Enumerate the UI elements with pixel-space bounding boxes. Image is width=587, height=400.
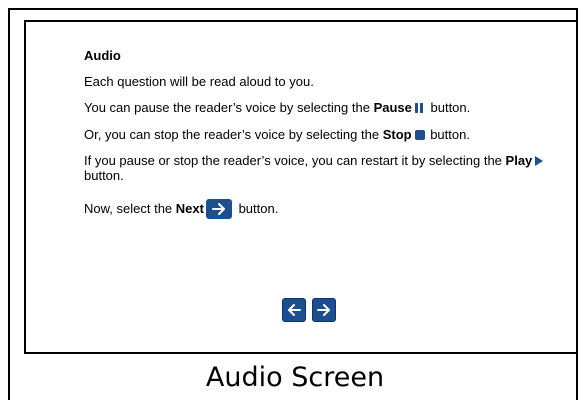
instruction-stop-post: button.: [426, 127, 470, 142]
instruction-pause: You can pause the reader’s voice by sele…: [84, 100, 554, 116]
instruction-play-post: button.: [84, 168, 124, 183]
instruction-next: Now, select the Next button.: [84, 199, 554, 219]
next-button[interactable]: [312, 298, 336, 322]
figure-caption: Audio Screen: [205, 362, 385, 393]
instruction-stop: Or, you can stop the reader’s voice by s…: [84, 127, 554, 142]
inline-next-arrow-icon: [205, 199, 232, 219]
arrow-left-icon: [288, 304, 301, 316]
play-icon: [535, 156, 544, 166]
instruction-next-pre: Now, select the: [84, 201, 176, 216]
stop-icon: [414, 130, 425, 140]
instruction-play: If you pause or stop the reader’s voice,…: [84, 153, 554, 183]
instructions-content: Audio Each question will be read aloud t…: [84, 48, 554, 230]
instruction-next-post: button.: [234, 201, 279, 216]
arrow-right-icon: [317, 304, 330, 316]
instruction-play-pre: If you pause or stop the reader’s voice,…: [84, 153, 506, 168]
stop-label: Stop: [382, 127, 412, 142]
instruction-pause-pre: You can pause the reader’s voice by sele…: [84, 100, 374, 115]
next-label: Next: [175, 201, 204, 216]
instruction-read-aloud: Each question will be read aloud to you.: [84, 74, 554, 89]
instruction-read-aloud-text: Each question will be read aloud to you.: [84, 74, 314, 89]
instruction-stop-pre: Or, you can stop the reader’s voice by s…: [84, 127, 383, 142]
figure-frame: Audio Each question will be read aloud t…: [8, 8, 578, 400]
back-button[interactable]: [282, 298, 306, 322]
audio-screen-panel: Audio Each question will be read aloud t…: [24, 20, 578, 354]
pause-label: Pause: [373, 100, 412, 115]
pause-icon: [414, 101, 425, 116]
instruction-pause-post: button.: [426, 100, 471, 115]
play-label: Play: [505, 153, 533, 168]
page-title: Audio: [84, 48, 121, 63]
